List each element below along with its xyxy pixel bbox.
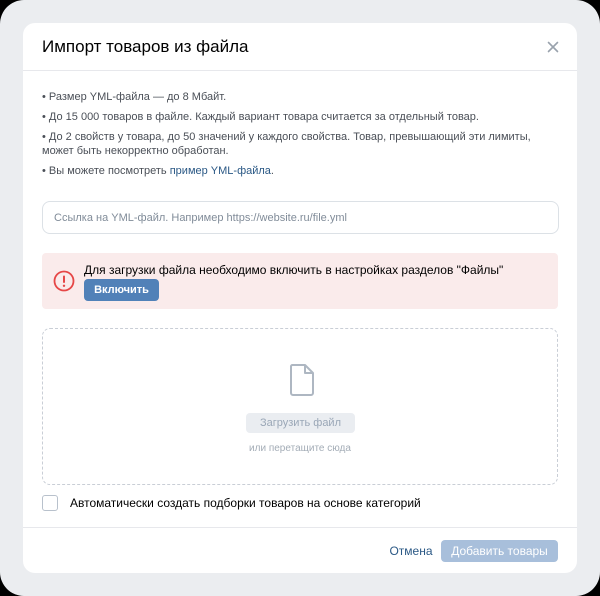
yml-example-link[interactable]: пример YML-файла: [170, 165, 271, 177]
auto-collections-label: Автоматически создать подборки товаров н…: [70, 496, 421, 510]
import-requirements: • Размер YML-файла — до 8 Мбайт. • До 15…: [42, 90, 562, 184]
cancel-button[interactable]: Отмена: [386, 540, 436, 562]
auto-collections-option[interactable]: Автоматически создать подборки товаров н…: [42, 494, 421, 512]
modal-header: Импорт товаров из файла: [23, 23, 577, 71]
modal-title: Импорт товаров из файла: [42, 37, 249, 56]
example-prefix: • Вы можете посмотреть: [42, 165, 170, 177]
example-line: • Вы можете посмотреть пример YML-файла.: [42, 164, 562, 178]
requirement-file-size: • Размер YML-файла — до 8 Мбайт.: [42, 91, 227, 103]
auto-collections-checkbox[interactable]: [42, 495, 58, 511]
add-products-button[interactable]: Добавить товары: [441, 540, 558, 562]
drop-hint: или перетащите сюда: [249, 443, 351, 454]
error-circle-icon: [53, 270, 75, 292]
import-products-modal: Импорт товаров из файла • Размер YML-фай…: [23, 23, 577, 573]
document-icon: [289, 364, 314, 396]
enable-files-button[interactable]: Включить: [84, 279, 159, 301]
yml-url-input[interactable]: [42, 201, 559, 234]
requirement-properties: • До 2 свойств у товара, до 50 значений …: [42, 131, 531, 157]
requirement-product-count: • До 15 000 товаров в файле. Каждый вари…: [42, 111, 479, 123]
file-dropzone[interactable]: Загрузить файл или перетащите сюда: [42, 328, 558, 485]
files-section-alert: Для загрузки файла необходимо включить в…: [42, 253, 558, 309]
modal-footer: Отмена Добавить товары: [23, 527, 577, 573]
alert-message: Для загрузки файла необходимо включить в…: [84, 263, 504, 277]
close-button[interactable]: [541, 35, 565, 59]
upload-file-button[interactable]: Загрузить файл: [246, 413, 355, 433]
close-icon: [547, 41, 559, 53]
example-suffix: .: [270, 165, 274, 177]
